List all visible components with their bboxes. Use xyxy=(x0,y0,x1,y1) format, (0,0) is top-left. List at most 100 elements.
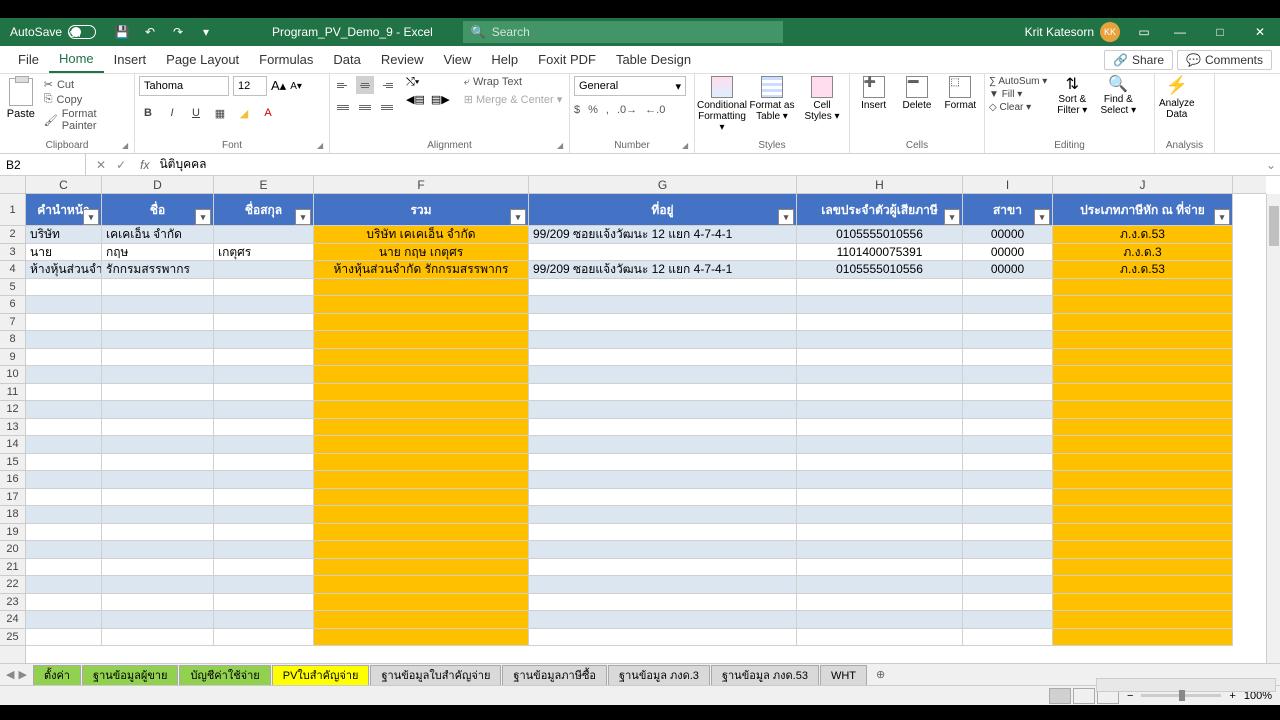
cell[interactable] xyxy=(314,629,529,647)
cell[interactable] xyxy=(963,314,1053,332)
cell[interactable] xyxy=(797,401,963,419)
row-header[interactable]: 4 xyxy=(0,261,25,279)
cell[interactable] xyxy=(26,366,102,384)
cell[interactable] xyxy=(314,489,529,507)
horizontal-scrollbar[interactable] xyxy=(1096,678,1276,692)
cell-styles-button[interactable]: CellStyles ▾ xyxy=(799,76,845,122)
comma-format-icon[interactable]: , xyxy=(606,104,609,116)
cell[interactable] xyxy=(214,314,314,332)
cell[interactable] xyxy=(214,384,314,402)
cell[interactable] xyxy=(1053,629,1233,647)
format-painter-button[interactable]: 🖌 Format Painter xyxy=(44,108,128,132)
cell[interactable] xyxy=(963,349,1053,367)
cell[interactable] xyxy=(797,384,963,402)
cell[interactable] xyxy=(26,576,102,594)
cell[interactable] xyxy=(102,314,214,332)
search-box[interactable]: 🔍 Search xyxy=(463,21,783,43)
cell[interactable] xyxy=(963,611,1053,629)
cell[interactable] xyxy=(102,629,214,647)
table-header[interactable]: คำนำหน้า xyxy=(26,194,102,226)
percent-format-icon[interactable]: % xyxy=(588,104,598,116)
cell[interactable] xyxy=(529,279,797,297)
tab-foxit-pdf[interactable]: Foxit PDF xyxy=(528,46,606,73)
cell[interactable]: 00000 xyxy=(963,244,1053,262)
cell[interactable] xyxy=(1053,366,1233,384)
row-header[interactable]: 8 xyxy=(0,331,25,349)
cell[interactable] xyxy=(963,296,1053,314)
cell[interactable] xyxy=(963,454,1053,472)
cell[interactable] xyxy=(214,366,314,384)
cell[interactable]: นาย xyxy=(26,244,102,262)
cell[interactable] xyxy=(1053,454,1233,472)
cell[interactable] xyxy=(102,454,214,472)
sheet-tab[interactable]: ฐานข้อมูลใบสำคัญจ่าย xyxy=(370,665,501,685)
table-header[interactable]: สาขา xyxy=(963,194,1053,226)
cell[interactable] xyxy=(102,611,214,629)
cell[interactable] xyxy=(314,384,529,402)
cell[interactable]: ภ.ง.ด.3 xyxy=(1053,244,1233,262)
cell[interactable] xyxy=(529,489,797,507)
copy-button[interactable]: ⎘ Copy xyxy=(44,93,128,106)
cell[interactable] xyxy=(214,489,314,507)
cell[interactable] xyxy=(26,314,102,332)
cell[interactable] xyxy=(963,331,1053,349)
cell[interactable] xyxy=(314,541,529,559)
cell[interactable] xyxy=(1053,296,1233,314)
spreadsheet-grid[interactable]: CDEFGHIJ 1234567891011121314151617181920… xyxy=(0,176,1280,663)
cell[interactable] xyxy=(963,506,1053,524)
cell[interactable] xyxy=(314,506,529,524)
cell[interactable] xyxy=(797,349,963,367)
cell[interactable] xyxy=(963,436,1053,454)
row-header[interactable]: 12 xyxy=(0,401,25,419)
cell[interactable] xyxy=(529,419,797,437)
cell[interactable] xyxy=(214,401,314,419)
row-header[interactable]: 19 xyxy=(0,524,25,542)
cell[interactable] xyxy=(26,506,102,524)
cell[interactable] xyxy=(26,489,102,507)
increase-indent-icon[interactable]: ▤▶ xyxy=(431,93,450,106)
column-header[interactable]: E xyxy=(214,176,314,193)
tab-data[interactable]: Data xyxy=(323,46,370,73)
cell[interactable] xyxy=(26,541,102,559)
row-header[interactable]: 1 xyxy=(0,194,25,226)
underline-button[interactable]: U xyxy=(187,104,205,122)
sheet-nav-next-icon[interactable]: ▶ xyxy=(18,668,26,681)
cell[interactable] xyxy=(314,419,529,437)
cell[interactable] xyxy=(1053,489,1233,507)
new-sheet-button[interactable]: ⊕ xyxy=(868,668,893,681)
cell[interactable] xyxy=(963,541,1053,559)
cell[interactable] xyxy=(797,629,963,647)
row-header[interactable]: 13 xyxy=(0,419,25,437)
cell[interactable] xyxy=(797,436,963,454)
cell[interactable] xyxy=(26,384,102,402)
expand-formula-bar-icon[interactable]: ⌄ xyxy=(1262,158,1280,172)
cell[interactable]: รักกรมสรรพากร xyxy=(102,261,214,279)
row-header[interactable]: 14 xyxy=(0,436,25,454)
cell[interactable] xyxy=(26,331,102,349)
cell[interactable] xyxy=(1053,594,1233,612)
cell[interactable]: ภ.ง.ด.53 xyxy=(1053,226,1233,244)
cell[interactable] xyxy=(214,524,314,542)
cell[interactable] xyxy=(1053,384,1233,402)
cell[interactable] xyxy=(797,366,963,384)
sheet-tab[interactable]: ฐานข้อมูลผู้ขาย xyxy=(82,665,178,685)
cell[interactable] xyxy=(529,244,797,262)
border-button[interactable]: ▦ xyxy=(211,104,229,122)
cell[interactable] xyxy=(214,436,314,454)
cell[interactable] xyxy=(26,594,102,612)
cell[interactable]: เคเคเอ็น จำกัด xyxy=(102,226,214,244)
cell[interactable]: 00000 xyxy=(963,261,1053,279)
qat-dropdown-icon[interactable]: ▾ xyxy=(198,24,214,40)
tab-table-design[interactable]: Table Design xyxy=(606,46,701,73)
cell[interactable] xyxy=(214,506,314,524)
select-all-corner[interactable] xyxy=(0,176,26,194)
cell[interactable] xyxy=(1053,524,1233,542)
cell[interactable]: 00000 xyxy=(963,226,1053,244)
cell[interactable] xyxy=(529,296,797,314)
cell[interactable] xyxy=(529,594,797,612)
conditional-formatting-button[interactable]: ConditionalFormatting ▾ xyxy=(699,76,745,133)
cell[interactable] xyxy=(529,576,797,594)
row-header[interactable]: 2 xyxy=(0,226,25,244)
cell[interactable] xyxy=(214,296,314,314)
cell[interactable] xyxy=(26,611,102,629)
